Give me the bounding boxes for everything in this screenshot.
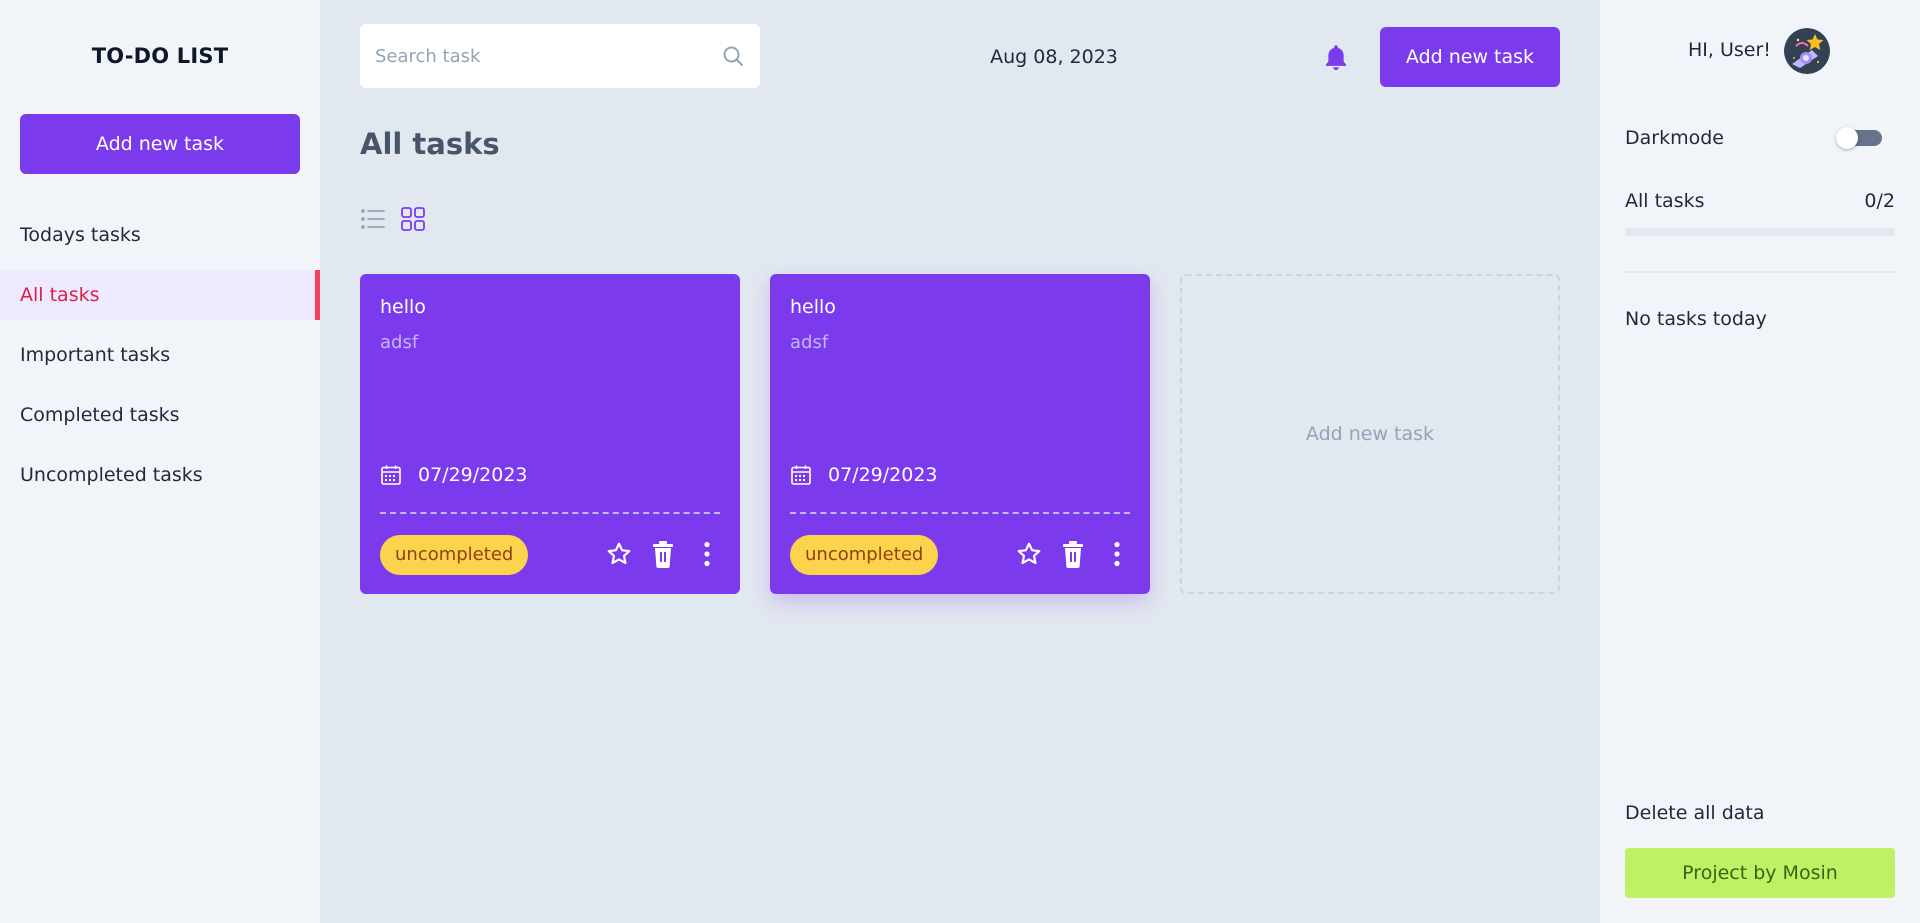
sidebar-nav: Todays tasks All tasks Important tasks C…	[0, 210, 320, 510]
toggle-knob	[1836, 127, 1858, 149]
progress-count: 0/2	[1864, 190, 1895, 212]
brand-title: TO-DO LIST	[91, 44, 229, 68]
task-date: 07/29/2023	[418, 464, 528, 486]
more-options-icon[interactable]	[694, 539, 720, 569]
darkmode-label: Darkmode	[1625, 127, 1724, 149]
task-date-row: 07/29/2023	[790, 464, 938, 486]
star-icon[interactable]	[1016, 539, 1042, 569]
sidebar-item-all-tasks[interactable]: All tasks	[0, 270, 320, 320]
task-title: hello	[790, 296, 836, 318]
darkmode-toggle[interactable]	[1836, 127, 1882, 149]
bell-icon[interactable]	[1322, 43, 1350, 73]
sidebar-item-todays-tasks[interactable]: Todays tasks	[0, 210, 320, 260]
left-sidebar: TO-DO LIST Add new task Todays tasks All…	[0, 0, 320, 923]
card-divider	[380, 512, 720, 514]
search-icon[interactable]	[721, 44, 745, 68]
search-input[interactable]	[375, 45, 721, 67]
calendar-icon	[380, 464, 402, 486]
task-actions	[606, 539, 720, 569]
grid-view-icon[interactable]	[400, 206, 426, 232]
app-root: TO-DO LIST Add new task Todays tasks All…	[0, 0, 1920, 923]
task-date-row: 07/29/2023	[380, 464, 528, 486]
calendar-icon	[790, 464, 812, 486]
view-toggle	[360, 206, 426, 232]
task-description: adsf	[380, 332, 419, 353]
panel-divider	[1625, 271, 1895, 273]
card-divider	[790, 512, 1130, 514]
sidebar-add-task-button[interactable]: Add new task	[20, 114, 300, 174]
trash-icon[interactable]	[650, 539, 676, 569]
task-title: hello	[380, 296, 426, 318]
trash-icon[interactable]	[1060, 539, 1086, 569]
progress-label: All tasks	[1625, 190, 1705, 212]
user-greeting: HI, User!	[1688, 39, 1771, 61]
sidebar-item-uncompleted-tasks[interactable]: Uncompleted tasks	[0, 450, 320, 500]
right-panel: HI, User! Darkmode All tasks 0/2 No task…	[1600, 0, 1920, 923]
page-title: All tasks	[360, 127, 500, 161]
delete-all-data-link[interactable]: Delete all data	[1625, 802, 1765, 824]
star-icon[interactable]	[606, 539, 632, 569]
list-view-icon[interactable]	[360, 206, 386, 232]
sidebar-item-completed-tasks[interactable]: Completed tasks	[0, 390, 320, 440]
search-box	[360, 24, 760, 88]
task-description: adsf	[790, 332, 829, 353]
main-content: Aug 08, 2023 Add new task All tasks	[320, 0, 1600, 923]
status-badge[interactable]: uncompleted	[790, 535, 939, 575]
task-card[interactable]: hello adsf 07/29/2023 uncompleted	[770, 274, 1150, 594]
today-tasks-message: No tasks today	[1625, 308, 1767, 330]
task-grid: hello adsf 07/29/2023 uncompleted hello …	[360, 274, 1560, 594]
task-actions	[1016, 539, 1130, 569]
more-options-icon[interactable]	[1104, 539, 1130, 569]
current-date: Aug 08, 2023	[990, 46, 1118, 68]
avatar[interactable]	[1784, 28, 1830, 74]
status-badge[interactable]: uncompleted	[380, 535, 529, 575]
sidebar-item-important-tasks[interactable]: Important tasks	[0, 330, 320, 380]
project-credit-button[interactable]: Project by Mosin	[1625, 848, 1895, 898]
header-add-task-button[interactable]: Add new task	[1380, 27, 1560, 87]
task-date: 07/29/2023	[828, 464, 938, 486]
task-card[interactable]: hello adsf 07/29/2023 uncompleted	[360, 274, 740, 594]
progress-bar	[1625, 228, 1895, 236]
add-task-card[interactable]: Add new task	[1180, 274, 1560, 594]
